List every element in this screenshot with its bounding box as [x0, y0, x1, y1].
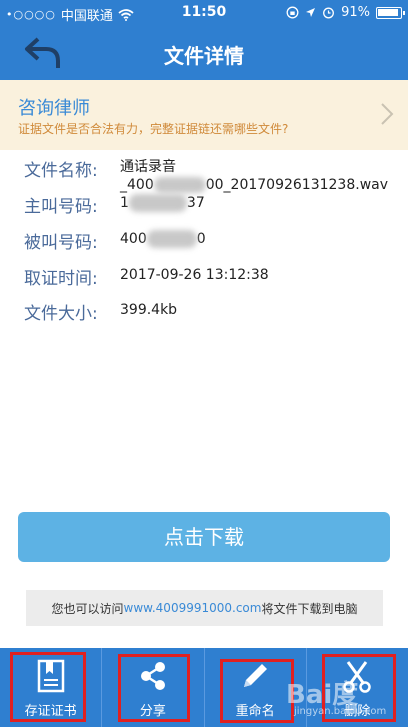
- info-row-size: 文件大小: 399.4kb: [24, 299, 177, 324]
- callee-suffix: 0: [196, 231, 206, 247]
- visit-hint: 您也可以访问 www.4009991000.com 将文件下载到电脑: [26, 590, 383, 626]
- download-button[interactable]: 点击下载: [18, 512, 390, 562]
- visit-prefix: 您也可以访问: [51, 601, 124, 616]
- redacted-blur: [146, 230, 197, 248]
- rotation-lock-icon: [286, 6, 299, 19]
- redacted-blur: [153, 177, 206, 193]
- battery-percent: 91%: [341, 5, 370, 20]
- caller-prefix: 1: [120, 195, 129, 211]
- visit-suffix: 将文件下载到电脑: [261, 601, 358, 616]
- visit-url-link[interactable]: www.4009991000.com: [124, 601, 262, 615]
- info-row-name: 文件名称: 通话录音 _400 00_20170926131238.wav: [24, 156, 388, 194]
- chevron-right-icon: [381, 103, 394, 125]
- caller-label: 主叫号码:: [24, 197, 98, 217]
- highlight-box-rename: [220, 659, 294, 723]
- info-row-callee: 被叫号码: 400 0: [24, 228, 206, 253]
- battery-icon: [376, 6, 405, 19]
- size-value: 399.4kb: [120, 302, 178, 318]
- caller-suffix: 37: [186, 195, 205, 211]
- name-line2-suffix: 00_20170926131238.wav: [205, 177, 389, 193]
- status-bar: •○○○○ 中国联通 11:50 91%: [0, 0, 408, 26]
- nav-bar: 文件详情: [0, 26, 408, 80]
- name-label: 文件名称:: [24, 161, 98, 181]
- callee-prefix: 400: [120, 231, 147, 247]
- size-label: 文件大小:: [24, 304, 98, 324]
- time-label: 取证时间:: [24, 269, 98, 289]
- info-row-caller: 主叫号码: 1 37: [24, 192, 205, 217]
- redacted-blur: [128, 194, 187, 212]
- banner-desc: 证据文件是否合法有力，完整证据链还需哪些文件?: [18, 122, 289, 136]
- highlight-box-delete: [322, 654, 396, 722]
- highlight-box-share: [118, 654, 190, 722]
- alarm-icon: [323, 7, 335, 19]
- callee-label: 被叫号码:: [24, 233, 98, 253]
- time-value: 2017-09-26 13:12:38: [120, 267, 269, 283]
- highlight-box-certificate: [10, 652, 86, 722]
- name-line2-prefix: _400: [120, 177, 154, 193]
- name-line1: 通话录音: [120, 159, 176, 175]
- location-icon: [306, 8, 316, 17]
- info-row-time: 取证时间: 2017-09-26 13:12:38: [24, 264, 269, 289]
- banner-title: 咨询律师: [18, 98, 90, 119]
- consult-lawyer-banner[interactable]: 咨询律师 证据文件是否合法有力，完整证据链还需哪些文件?: [0, 80, 408, 150]
- page-title: 文件详情: [164, 44, 244, 68]
